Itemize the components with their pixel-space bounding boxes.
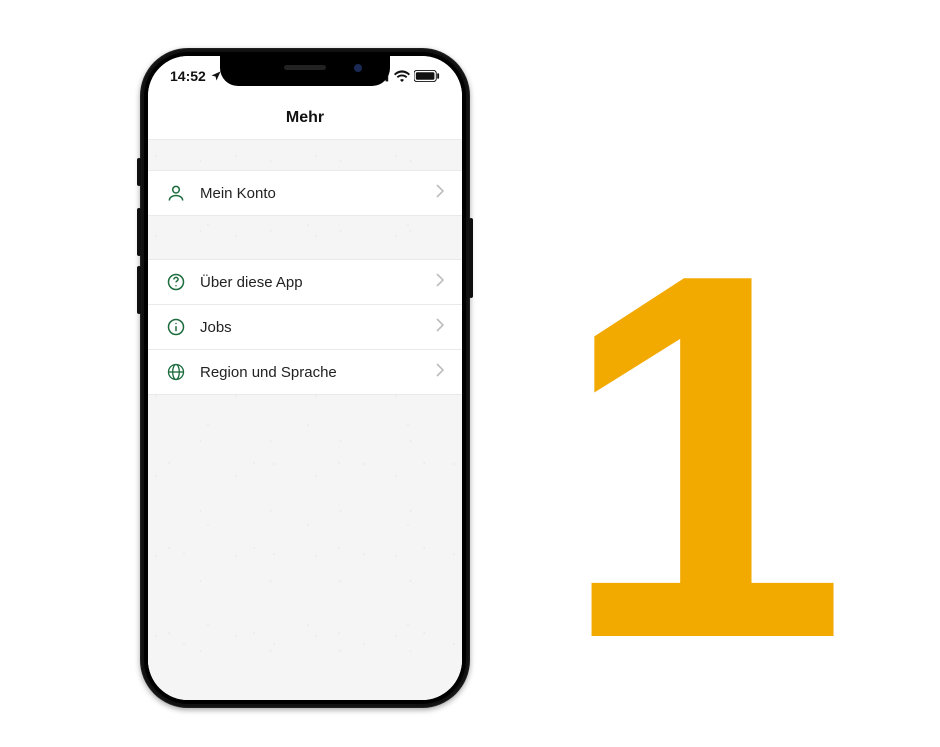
menu-item-account[interactable]: Mein Konto bbox=[148, 170, 462, 216]
chevron-right-icon bbox=[436, 273, 444, 292]
menu-item-region[interactable]: Region und Sprache bbox=[148, 349, 462, 395]
globe-icon bbox=[166, 362, 186, 382]
menu-item-label: Region und Sprache bbox=[200, 364, 422, 381]
menu-item-about[interactable]: Über diese App bbox=[148, 259, 462, 305]
page-title: Mehr bbox=[286, 109, 324, 127]
menu-item-label: Über diese App bbox=[200, 274, 422, 291]
user-icon bbox=[166, 183, 186, 203]
volume-up-button bbox=[137, 208, 141, 256]
power-button bbox=[469, 218, 473, 298]
chevron-right-icon bbox=[436, 363, 444, 382]
notch bbox=[220, 56, 390, 86]
phone-frame: 14:52 bbox=[140, 48, 470, 708]
step-number: 1 bbox=[559, 197, 840, 717]
mute-switch bbox=[137, 158, 141, 186]
battery-icon bbox=[414, 70, 440, 82]
info-circle-icon bbox=[166, 317, 186, 337]
menu-item-label: Jobs bbox=[200, 319, 422, 336]
menu-item-jobs[interactable]: Jobs bbox=[148, 304, 462, 350]
menu-item-label: Mein Konto bbox=[200, 185, 422, 202]
wifi-icon bbox=[394, 70, 410, 82]
chevron-right-icon bbox=[436, 318, 444, 337]
question-circle-icon bbox=[166, 272, 186, 292]
chevron-right-icon bbox=[436, 184, 444, 203]
volume-down-button bbox=[137, 266, 141, 314]
phone-screen: 14:52 bbox=[148, 56, 462, 700]
nav-bar: Mehr bbox=[148, 96, 462, 140]
status-time: 14:52 bbox=[170, 68, 206, 84]
